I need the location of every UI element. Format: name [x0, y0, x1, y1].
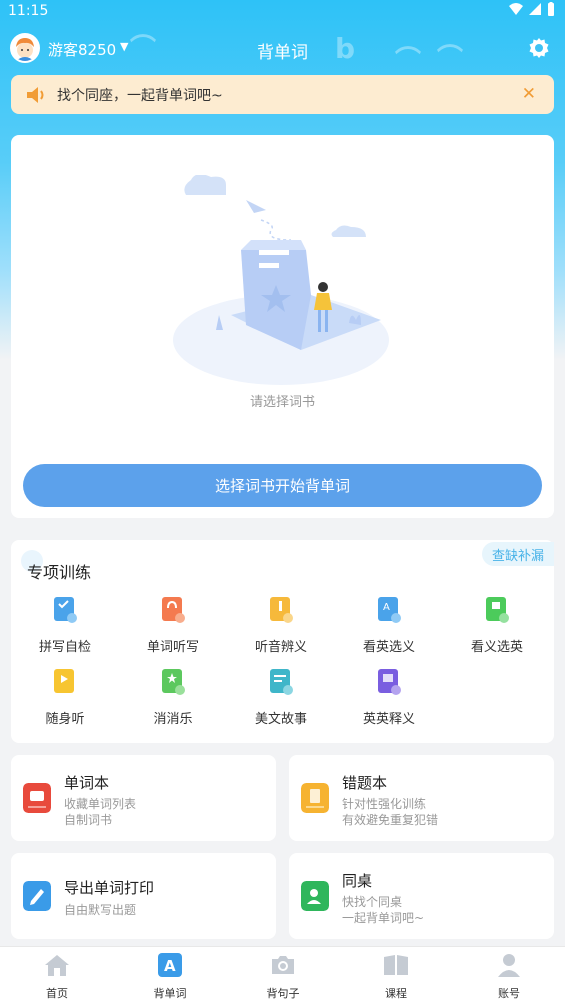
- training-item-label: 单词听写: [146, 640, 199, 655]
- training-item-label: 拼写自检: [38, 640, 91, 655]
- close-icon[interactable]: ✕: [522, 84, 536, 104]
- section-title: 专项训练: [27, 563, 92, 582]
- deskmate-card[interactable]: 同桌 快找个同桌 一起背单词吧~: [289, 853, 554, 939]
- wordbook-entry-card[interactable]: 单词本 收藏单词列表 自制词书: [11, 755, 276, 841]
- signal-icon: [529, 3, 541, 15]
- meaning-to-english-icon: [486, 597, 509, 623]
- card-subtitle-line: 一起背单词吧~: [342, 911, 425, 925]
- match-game-icon: [162, 669, 185, 695]
- card-subtitle-line: 针对性强化训练: [342, 797, 427, 811]
- card-title: 错题本: [342, 774, 388, 792]
- card-subtitle: 快找个同桌 一起背单词吧~: [342, 894, 424, 926]
- card-subtitle: 针对性强化训练 有效避免重复犯错: [342, 796, 438, 828]
- notice-text: 找个同座，一起背单词吧~: [57, 87, 223, 104]
- select-wordbook-button[interactable]: 选择词书开始背单词: [23, 464, 542, 507]
- listen-meaning-icon: [270, 597, 293, 623]
- story-icon: [270, 669, 293, 695]
- speaker-icon: [27, 86, 44, 103]
- bottom-navigation: 首页 A 背单词 背句子 课程 账号: [0, 946, 565, 1004]
- battery-icon: [548, 2, 554, 16]
- wifi-icon: [509, 3, 523, 15]
- spell-check-icon: [54, 597, 77, 623]
- training-item-portable[interactable]: 随身听: [11, 668, 119, 727]
- mistake-book-card[interactable]: 错题本 针对性强化训练 有效避免重复犯错: [289, 755, 554, 841]
- card-title: 单词本: [64, 774, 110, 792]
- training-item-label: 听音辨义: [254, 640, 307, 655]
- wordbook-card: 请选择词书 选择词书开始背单词: [11, 135, 554, 518]
- card-subtitle-line: 快找个同桌: [342, 895, 403, 909]
- card-title: 同桌: [342, 872, 373, 890]
- training-item-match[interactable]: 消消乐: [119, 668, 227, 727]
- training-item-en-definition[interactable]: 英英释义: [335, 668, 443, 727]
- training-item-story[interactable]: 美文故事: [227, 668, 335, 727]
- training-item-spell[interactable]: 拼写自检: [11, 596, 119, 655]
- svg-text:A: A: [383, 602, 390, 613]
- empty-state-illustration: [173, 175, 389, 385]
- nav-item-home[interactable]: 首页: [17, 953, 97, 1001]
- wordbook-icon: [23, 783, 51, 813]
- training-item-meaning-to-en[interactable]: 看义选英: [443, 596, 551, 655]
- nav-label: 背单词: [153, 987, 187, 1000]
- training-section: 专项训练 查缺补漏 拼写自检 单词听写 听音辨义 A 看英选义 看义选英 随身听: [11, 540, 554, 743]
- training-item-label: 随身听: [45, 712, 85, 727]
- training-item-listen[interactable]: 听音辨义: [227, 596, 335, 655]
- nav-label: 账号: [498, 987, 520, 1000]
- card-subtitle-line: 自制词书: [64, 813, 113, 827]
- card-subtitle: 收藏单词列表 自制词书: [64, 796, 136, 828]
- nav-item-sentences[interactable]: 背句子: [243, 953, 323, 1001]
- nav-item-courses[interactable]: 课程: [356, 953, 436, 1001]
- training-item-label: 消消乐: [153, 712, 193, 727]
- training-item-label: 看义选英: [470, 640, 523, 655]
- book-icon: [384, 955, 408, 975]
- card-subtitle-line: 有效避免重复犯错: [342, 813, 439, 827]
- notice-banner[interactable]: 找个同座，一起背单词吧~ ✕: [11, 75, 554, 114]
- deskmate-icon: [301, 881, 329, 911]
- account-icon: [498, 954, 520, 977]
- status-time: 11:15: [8, 3, 49, 19]
- review-gaps-button[interactable]: 查缺补漏: [481, 542, 554, 566]
- training-item-dictation[interactable]: 单词听写: [119, 596, 227, 655]
- status-bar: 11:15: [0, 0, 565, 24]
- mistake-book-icon: [301, 783, 329, 813]
- nav-label: 首页: [46, 987, 68, 1000]
- dictation-icon: [162, 597, 185, 623]
- nav-item-words[interactable]: A 背单词: [130, 953, 210, 1001]
- nav-label: 背句子: [266, 987, 300, 1000]
- app-header: 游客8250 ▼ 背单词: [0, 30, 565, 70]
- camera-icon: [272, 956, 294, 974]
- portable-listen-icon: [54, 669, 74, 693]
- page-title: 背单词: [257, 43, 308, 63]
- home-icon: [45, 955, 69, 976]
- nav-label: 课程: [385, 987, 407, 1000]
- empty-hint: 请选择词书: [249, 395, 315, 410]
- card-subtitle-line: 自由默写出题: [64, 903, 137, 917]
- card-title: 导出单词打印: [64, 879, 155, 897]
- training-item-label: 看英选义: [362, 640, 415, 655]
- english-to-meaning-icon: A: [378, 597, 401, 623]
- card-subtitle: 自由默写出题: [64, 902, 136, 918]
- training-item-label: 英英释义: [362, 712, 415, 727]
- export-print-card[interactable]: 导出单词打印 自由默写出题: [11, 853, 276, 939]
- status-icons: [509, 2, 555, 16]
- export-print-icon: [23, 881, 51, 911]
- card-subtitle-line: 收藏单词列表: [64, 797, 137, 811]
- training-item-label: 美文故事: [254, 712, 307, 727]
- gear-icon[interactable]: [527, 36, 551, 60]
- training-item-en-to-meaning[interactable]: A 看英选义: [335, 596, 443, 655]
- words-icon: A: [158, 953, 182, 977]
- english-definition-icon: [378, 669, 401, 695]
- nav-item-account[interactable]: 账号: [469, 953, 549, 1001]
- svg-text:A: A: [164, 957, 176, 975]
